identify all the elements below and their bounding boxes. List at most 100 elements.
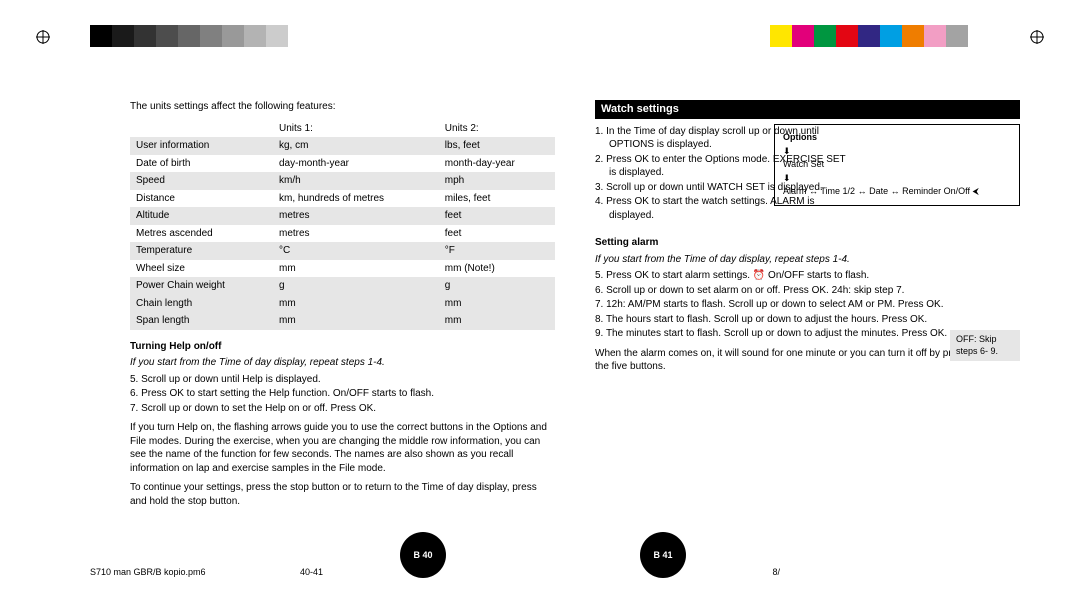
table-cell: km, hundreds of metres bbox=[273, 190, 439, 208]
double-arrow-icon: ↔ bbox=[891, 185, 900, 199]
table-cell: mm (Note!) bbox=[439, 260, 555, 278]
help-paragraph-1: If you turn Help on, the flashing arrows… bbox=[130, 421, 555, 475]
left-arrow-icon: ⮜ bbox=[973, 186, 979, 196]
table-cell: g bbox=[273, 277, 439, 295]
swatch bbox=[902, 25, 924, 47]
table-row: Span lengthmmmm bbox=[130, 312, 555, 330]
table-cell: Altitude bbox=[130, 207, 273, 225]
page-number-right: B 41 bbox=[640, 532, 686, 578]
table-cell: Wheel size bbox=[130, 260, 273, 278]
swatch bbox=[814, 25, 836, 47]
list-item: 8. The hours start to flash. Scroll up o… bbox=[595, 313, 1020, 327]
registration-mark-left bbox=[36, 30, 50, 44]
table-cell: month-day-year bbox=[439, 155, 555, 173]
left-page: The units settings affect the following … bbox=[130, 100, 555, 576]
table-header bbox=[130, 120, 273, 138]
table-cell: km/h bbox=[273, 172, 439, 190]
table-header: Units 2: bbox=[439, 120, 555, 138]
units-table: Units 1:Units 2:User informationkg, cmlb… bbox=[130, 120, 555, 330]
table-row: Speedkm/hmph bbox=[130, 172, 555, 190]
footer-filename: S710 man GBR/B kopio.pm6 bbox=[90, 567, 206, 577]
table-cell: °F bbox=[439, 242, 555, 260]
swatch bbox=[90, 25, 112, 47]
print-grey-bar bbox=[90, 25, 310, 47]
table-row: Power Chain weightgg bbox=[130, 277, 555, 295]
list-item: 5. Press OK to start alarm settings. ⏰ O… bbox=[595, 269, 1020, 283]
swatch bbox=[200, 25, 222, 47]
table-cell: Chain length bbox=[130, 295, 273, 313]
footer-pages: 40-41 bbox=[300, 567, 323, 577]
swatch bbox=[880, 25, 902, 47]
table-cell: lbs, feet bbox=[439, 137, 555, 155]
swatch bbox=[112, 25, 134, 47]
table-row: Temperature°C°F bbox=[130, 242, 555, 260]
table-row: Date of birthday-month-yearmonth-day-yea… bbox=[130, 155, 555, 173]
table-cell: Speed bbox=[130, 172, 273, 190]
swatch bbox=[946, 25, 968, 47]
table-cell: miles, feet bbox=[439, 190, 555, 208]
right-page: Watch settings 1. In the Time of day dis… bbox=[595, 100, 1020, 576]
table-row: Distancekm, hundreds of metresmiles, fee… bbox=[130, 190, 555, 208]
double-arrow-icon: ↔ bbox=[858, 185, 867, 199]
table-cell: mm bbox=[273, 312, 439, 330]
print-color-bar bbox=[770, 25, 990, 47]
list-item: 7. Scroll up or down to set the Help on … bbox=[130, 402, 555, 416]
swatch bbox=[266, 25, 288, 47]
table-cell: metres bbox=[273, 207, 439, 225]
table-cell: Span length bbox=[130, 312, 273, 330]
table-cell: mph bbox=[439, 172, 555, 190]
swatch bbox=[836, 25, 858, 47]
table-cell: mm bbox=[439, 295, 555, 313]
alarm-heading: Setting alarm bbox=[595, 236, 1020, 250]
double-arrow-icon: ↔ bbox=[809, 185, 818, 199]
swatch bbox=[244, 25, 266, 47]
help-intro: If you start from the Time of day displa… bbox=[130, 356, 555, 370]
swatch bbox=[968, 25, 990, 47]
table-cell: feet bbox=[439, 207, 555, 225]
table-cell: °C bbox=[273, 242, 439, 260]
list-item: 5. Scroll up or down until Help is displ… bbox=[130, 373, 555, 387]
page-number-left: B 40 bbox=[400, 532, 446, 578]
table-cell: g bbox=[439, 277, 555, 295]
diagram-watchset: Watch Set bbox=[783, 158, 1013, 172]
table-cell: feet bbox=[439, 225, 555, 243]
swatch bbox=[858, 25, 880, 47]
registration-mark-right bbox=[1030, 30, 1044, 44]
table-cell: Temperature bbox=[130, 242, 273, 260]
table-row: Wheel sizemmmm (Note!) bbox=[130, 260, 555, 278]
list-item: 6. Press OK to start setting the Help fu… bbox=[130, 387, 555, 401]
table-cell: metres bbox=[273, 225, 439, 243]
down-arrow-icon: ⬇ bbox=[783, 145, 1013, 159]
table-row: Altitudemetresfeet bbox=[130, 207, 555, 225]
swatch bbox=[924, 25, 946, 47]
table-row: Metres ascendedmetresfeet bbox=[130, 225, 555, 243]
table-cell: kg, cm bbox=[273, 137, 439, 155]
diagram-row: Alarm ↔ Time 1/2 ↔ Date ↔ Reminder On/Of… bbox=[783, 185, 1013, 199]
table-cell: mm bbox=[439, 312, 555, 330]
footer-time: 8/ bbox=[772, 567, 780, 577]
units-intro: The units settings affect the following … bbox=[130, 100, 555, 114]
diagram-options: Options bbox=[783, 131, 1013, 145]
table-cell: mm bbox=[273, 260, 439, 278]
table-cell: Distance bbox=[130, 190, 273, 208]
swatch bbox=[792, 25, 814, 47]
alarm-intro: If you start from the Time of day displa… bbox=[595, 253, 1020, 267]
swatch bbox=[156, 25, 178, 47]
list-item: 6. Scroll up or down to set alarm on or … bbox=[595, 284, 1020, 298]
table-cell: Power Chain weight bbox=[130, 277, 273, 295]
help-heading: Turning Help on/off bbox=[130, 340, 555, 354]
table-header: Units 1: bbox=[273, 120, 439, 138]
options-diagram: Options ⬇ Watch Set ⬇ Alarm ↔ Time 1/2 ↔… bbox=[774, 124, 1020, 206]
list-item: 7. 12h: AM/PM starts to flash. Scroll up… bbox=[595, 298, 1020, 312]
table-cell: Metres ascended bbox=[130, 225, 273, 243]
swatch bbox=[770, 25, 792, 47]
table-row: Chain lengthmmmm bbox=[130, 295, 555, 313]
skip-note: OFF: Skip steps 6- 9. bbox=[950, 330, 1020, 361]
table-cell: mm bbox=[273, 295, 439, 313]
help-steps: 5. Scroll up or down until Help is displ… bbox=[130, 373, 555, 416]
swatch bbox=[134, 25, 156, 47]
swatch bbox=[222, 25, 244, 47]
help-paragraph-2: To continue your settings, press the sto… bbox=[130, 481, 555, 508]
down-arrow-icon: ⬇ bbox=[783, 172, 1013, 186]
swatch bbox=[288, 25, 310, 47]
